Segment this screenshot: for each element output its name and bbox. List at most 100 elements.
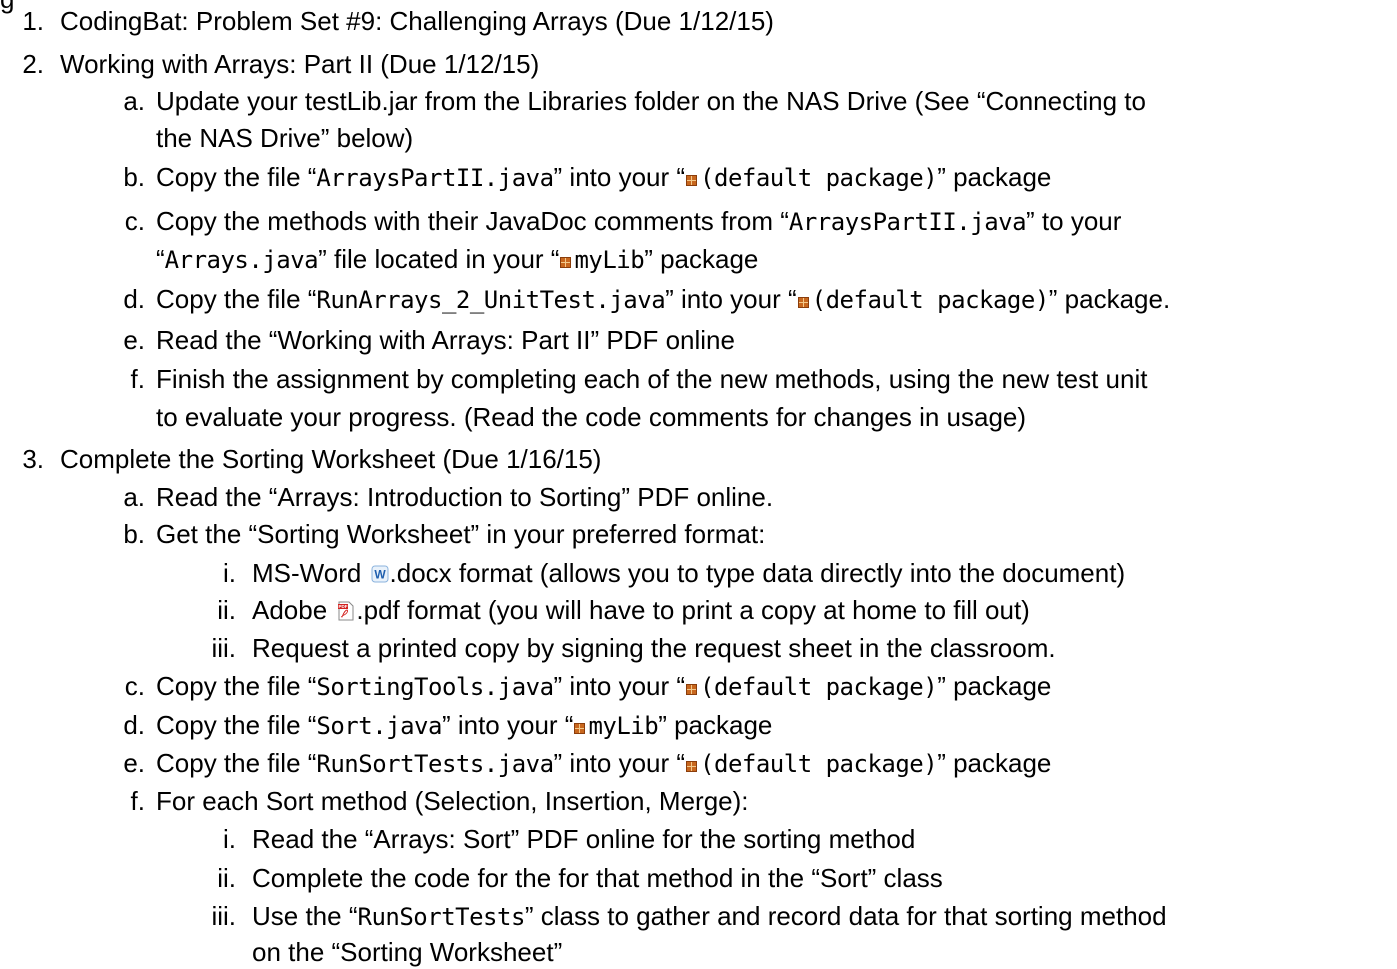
list-marker: f. bbox=[130, 786, 145, 816]
list-marker: 1. bbox=[22, 6, 44, 36]
list-marker: e. bbox=[123, 325, 145, 355]
list-item-text: For each Sort method (Selection, Inserti… bbox=[156, 784, 749, 818]
list-marker: c. bbox=[124, 671, 145, 701]
text-run: Copy the file “ bbox=[156, 284, 317, 314]
list-item-text: Use the “RunSortTests” class to gather a… bbox=[252, 899, 1167, 934]
list-item-text: Finish the assignment by completing each… bbox=[156, 362, 1147, 396]
text-run: ” package bbox=[658, 710, 773, 740]
text-run: ” package bbox=[644, 244, 759, 274]
package-icon bbox=[685, 760, 698, 773]
text-run: Adobe bbox=[252, 595, 335, 625]
list-item-text: Copy the file “RunArrays_2_UnitTest.java… bbox=[156, 282, 1170, 317]
text-run: .pdf format (you will have to print a co… bbox=[356, 595, 1030, 625]
list-item-text: Read the “Arrays: Sort” PDF online for t… bbox=[252, 822, 915, 856]
package-icon bbox=[685, 683, 698, 696]
list-marker: c. bbox=[124, 206, 145, 236]
list-item-text: Copy the file “RunSortTests.java” into y… bbox=[156, 746, 1051, 781]
text-run: Working with Arrays: Part II (Due 1/12/1… bbox=[60, 49, 540, 79]
text-run: ” package bbox=[937, 162, 1052, 192]
list-marker: e. bbox=[123, 748, 145, 778]
text-run: ” class to gather and record data for th… bbox=[524, 901, 1167, 931]
text-run: For each Sort method (Selection, Inserti… bbox=[156, 786, 749, 816]
package-icon bbox=[685, 174, 698, 187]
text-run: ” package bbox=[937, 748, 1052, 778]
text-run: to evaluate your progress. (Read the cod… bbox=[156, 402, 1027, 432]
package-icon bbox=[559, 256, 572, 269]
text-run: Use the “ bbox=[252, 901, 358, 931]
text-run: Read the “Arrays: Sort” PDF online for t… bbox=[252, 824, 916, 854]
code-text: myLib bbox=[588, 712, 659, 740]
text-run: ” package bbox=[937, 671, 1052, 701]
list-item-text: MS-Word W .docx format (allows you to typ… bbox=[252, 556, 1125, 590]
text-run: Read the “Working with Arrays: Part II” … bbox=[156, 325, 735, 355]
text-run: “ bbox=[156, 244, 165, 274]
text-run: ” to your bbox=[1026, 206, 1122, 236]
list-item-text: to evaluate your progress. (Read the cod… bbox=[156, 400, 1026, 434]
text-run: Copy the file “ bbox=[156, 710, 317, 740]
code-text: (default package) bbox=[700, 164, 938, 192]
text-run: Read the “Arrays: Introduction to Sortin… bbox=[156, 482, 774, 512]
text-run: Update your testLib.jar from the Librari… bbox=[156, 86, 1146, 116]
text-run: ” into your “ bbox=[553, 748, 686, 778]
code-text: SortingTools.java bbox=[316, 673, 554, 701]
text-run: ” into your “ bbox=[553, 162, 686, 192]
list-item-text: Adobe PDF .pdf format (you will have to p… bbox=[252, 593, 1030, 627]
list-item-text: Working with Arrays: Part II (Due 1/12/1… bbox=[60, 47, 539, 81]
list-marker: d. bbox=[123, 284, 145, 314]
package-icon bbox=[573, 722, 586, 735]
list-item-text: Complete the code for the for that metho… bbox=[252, 861, 943, 895]
text-run: ” into your “ bbox=[665, 284, 797, 314]
list-item-text: CodingBat: Problem Set #9: Challenging A… bbox=[60, 4, 774, 38]
code-text: Arrays.java bbox=[164, 246, 319, 274]
list-marker: i. bbox=[223, 824, 236, 854]
list-item-text: Get the “Sorting Worksheet” in your pref… bbox=[156, 517, 765, 551]
list-item-text: Copy the file “ArraysPartII.java” into y… bbox=[156, 160, 1051, 195]
pdf-icon: PDF bbox=[336, 595, 356, 621]
text-run: Copy the methods with their JavaDoc comm… bbox=[156, 206, 789, 236]
list-item-text: Update your testLib.jar from the Librari… bbox=[156, 84, 1146, 118]
text-run: ” package. bbox=[1048, 284, 1171, 314]
code-text: ArraysPartII.java bbox=[316, 164, 554, 192]
list-item-text: “Arrays.java” file located in your “ myLi… bbox=[156, 242, 758, 277]
text-run: Copy the file “ bbox=[156, 162, 317, 192]
list-item-text: the NAS Drive” below) bbox=[156, 121, 413, 155]
list-item-text: on the “Sorting Worksheet” bbox=[252, 935, 562, 969]
list-item-text: Copy the file “Sort.java” into your “ myL… bbox=[156, 708, 772, 743]
list-marker: i. bbox=[223, 558, 236, 588]
text-run: CodingBat: Problem Set #9: Challenging A… bbox=[60, 6, 774, 36]
list-marker: b. bbox=[123, 162, 145, 192]
list-marker: a. bbox=[123, 86, 145, 116]
svg-text:PDF: PDF bbox=[339, 604, 348, 609]
list-marker: iii. bbox=[211, 901, 236, 931]
text-run: Copy the file “ bbox=[156, 671, 317, 701]
code-text: Sort.java bbox=[316, 712, 442, 740]
list-marker: a. bbox=[123, 482, 145, 512]
text-run: Get the “Sorting Worksheet” in your pref… bbox=[156, 519, 766, 549]
package-icon bbox=[797, 296, 810, 309]
list-item-text: Read the “Working with Arrays: Part II” … bbox=[156, 323, 735, 357]
list-marker: 2. bbox=[22, 49, 44, 79]
list-item-text: Request a printed copy by signing the re… bbox=[252, 631, 1056, 665]
list-item-text: Complete the Sorting Worksheet (Due 1/16… bbox=[60, 442, 601, 476]
list-marker: d. bbox=[123, 710, 145, 740]
code-text: (default package) bbox=[700, 750, 938, 778]
list-marker: 3. bbox=[22, 444, 44, 474]
code-text: (default package) bbox=[700, 673, 938, 701]
text-run: Complete the code for the for that metho… bbox=[252, 863, 943, 893]
text-run: ” into your “ bbox=[441, 710, 574, 740]
list-marker: b. bbox=[123, 519, 145, 549]
list-marker: ii. bbox=[217, 595, 236, 625]
svg-text:W: W bbox=[374, 568, 386, 582]
list-marker: f. bbox=[130, 364, 145, 394]
text-run: Finish the assignment by completing each… bbox=[156, 364, 1148, 394]
list-marker: iii. bbox=[211, 633, 236, 663]
text-run: ” file located in your “ bbox=[318, 244, 560, 274]
text-run: Request a printed copy by signing the re… bbox=[252, 633, 1056, 663]
code-text: (default package) bbox=[811, 286, 1050, 314]
text-run: Copy the file “ bbox=[156, 748, 317, 778]
code-text: RunSortTests.java bbox=[316, 750, 554, 778]
text-run: Complete the Sorting Worksheet (Due 1/16… bbox=[60, 444, 602, 474]
text-run: MS-Word bbox=[252, 558, 369, 588]
list-item-text: Read the “Arrays: Introduction to Sortin… bbox=[156, 480, 773, 514]
list-marker: ii. bbox=[217, 863, 236, 893]
